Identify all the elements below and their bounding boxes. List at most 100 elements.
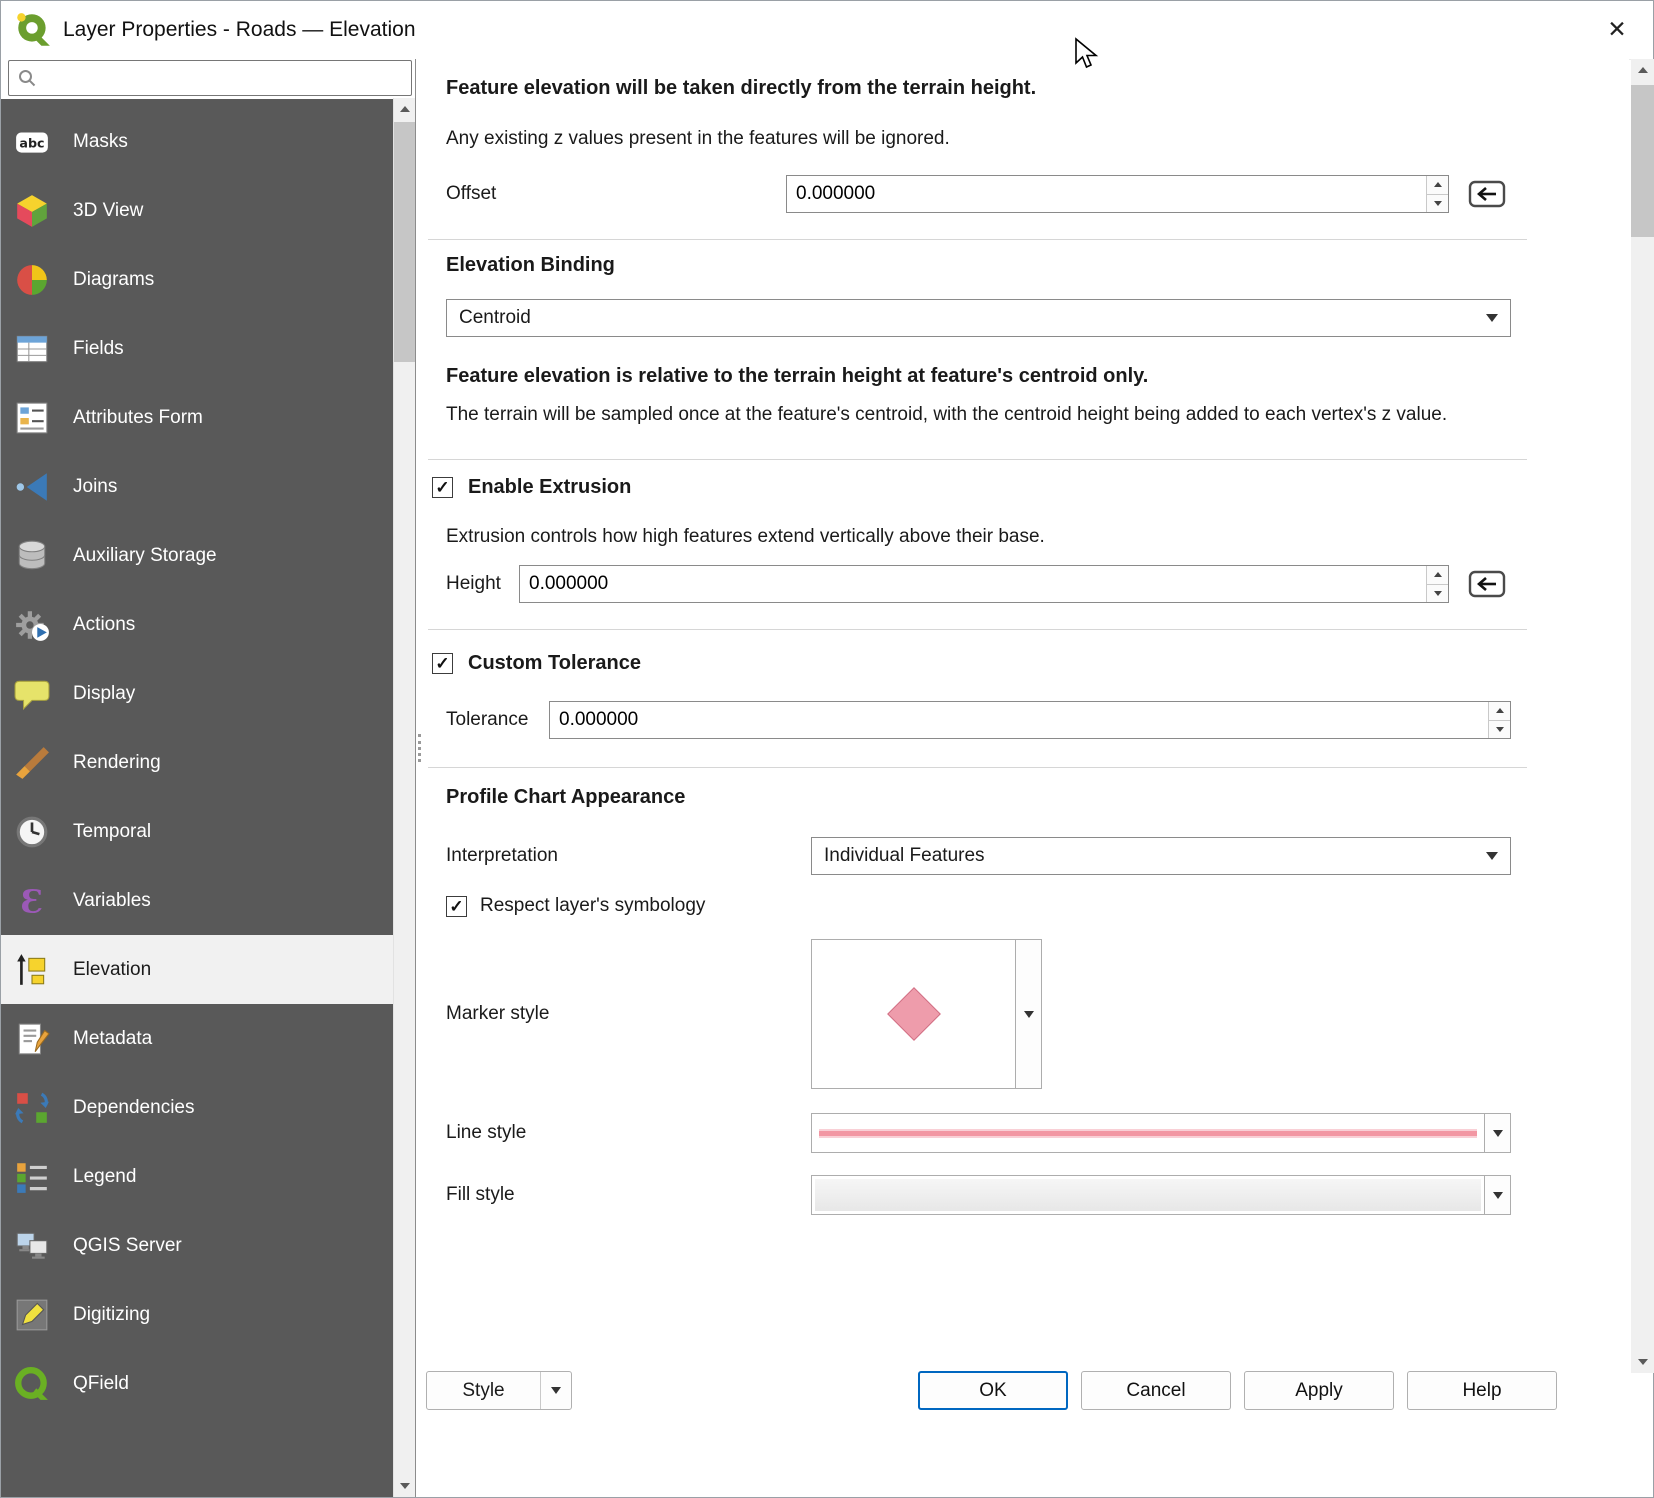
- line-style-dropdown-button[interactable]: [1485, 1113, 1511, 1153]
- sidebar-item-metadata[interactable]: Metadata: [1, 1004, 394, 1073]
- qgis-logo-icon: [13, 10, 53, 50]
- sidebar-item-label: Attributes Form: [73, 407, 203, 429]
- fill-style-dropdown-button[interactable]: [1485, 1175, 1511, 1215]
- sidebar-item-label: Auxiliary Storage: [73, 545, 217, 567]
- height-spin-up-button[interactable]: [1427, 566, 1448, 584]
- line-style-preview-button[interactable]: [811, 1113, 1485, 1153]
- sidebar-item-actions[interactable]: Actions: [1, 590, 394, 659]
- enable-extrusion-checkbox[interactable]: [432, 477, 453, 498]
- main-panel: Feature elevation will be taken directly…: [416, 59, 1629, 1497]
- sidebar-item-label: Metadata: [73, 1028, 152, 1050]
- marker-style-row: Marker style: [446, 939, 1511, 1089]
- variables-icon: Ɛ: [13, 882, 51, 920]
- tolerance-row: Tolerance: [446, 701, 1511, 739]
- tolerance-spin-down-button[interactable]: [1489, 720, 1510, 739]
- sidebar-item-variables[interactable]: Ɛ Variables: [1, 866, 394, 935]
- cancel-button[interactable]: Cancel: [1081, 1371, 1231, 1410]
- scroll-down-icon[interactable]: [394, 1475, 415, 1497]
- sidebar-item-label: Temporal: [73, 821, 151, 843]
- tolerance-spin-up-button[interactable]: [1489, 702, 1510, 720]
- interpretation-combo[interactable]: Individual Features: [811, 837, 1511, 875]
- chevron-down-icon: [1493, 1130, 1503, 1137]
- offset-spin-down-button[interactable]: [1427, 194, 1448, 213]
- respect-symbology-checkbox-row[interactable]: Respect layer's symbology: [446, 895, 1511, 917]
- sidebar-item-label: Rendering: [73, 752, 161, 774]
- tolerance-spinbox[interactable]: [549, 701, 1511, 739]
- sidebar-item-label: Elevation: [73, 959, 151, 981]
- ok-button[interactable]: OK: [918, 1371, 1068, 1410]
- scrollbar-thumb[interactable]: [394, 122, 415, 362]
- sidebar-item-digitizing[interactable]: Digitizing: [1, 1280, 394, 1349]
- offset-row: Offset: [446, 175, 1511, 213]
- sidebar-item-elevation[interactable]: Elevation: [1, 935, 394, 1004]
- marker-style-dropdown-button[interactable]: [1016, 939, 1042, 1089]
- sidebar-item-diagrams[interactable]: Diagrams: [1, 245, 394, 314]
- height-label: Height: [446, 573, 519, 595]
- help-button[interactable]: Help: [1407, 1371, 1557, 1410]
- sidebar-item-qfield[interactable]: QField: [1, 1349, 394, 1418]
- interpretation-row: Interpretation Individual Features: [446, 837, 1511, 875]
- digitizing-icon: [13, 1296, 51, 1334]
- sidebar-item-label: Digitizing: [73, 1304, 150, 1326]
- custom-tolerance-checkbox-row[interactable]: Custom Tolerance: [432, 652, 1511, 675]
- sidebar-scrollbar[interactable]: [393, 98, 415, 1497]
- joins-icon: [13, 468, 51, 506]
- custom-tolerance-checkbox[interactable]: [432, 653, 453, 674]
- marker-style-label: Marker style: [446, 1003, 811, 1025]
- respect-symbology-label: Respect layer's symbology: [480, 895, 705, 917]
- sidebar-nav-list: abc Masks 3D View Diagrams: [1, 99, 394, 1497]
- offset-input[interactable]: [787, 176, 1426, 212]
- sidebar-item-3d-view[interactable]: 3D View: [1, 176, 394, 245]
- height-spin-down-button[interactable]: [1427, 584, 1448, 603]
- sidebar-item-fields[interactable]: Fields: [1, 314, 394, 383]
- fill-style-preview-button[interactable]: [811, 1175, 1485, 1215]
- offset-data-defined-override-button[interactable]: [1463, 175, 1511, 213]
- elevation-binding-combo[interactable]: Centroid: [446, 299, 1511, 337]
- sidebar-item-masks[interactable]: abc Masks: [1, 107, 394, 176]
- sidebar-item-label: Diagrams: [73, 269, 154, 291]
- auxiliary-storage-icon: [13, 537, 51, 575]
- marker-style-preview-button[interactable]: [811, 939, 1016, 1089]
- tolerance-input[interactable]: [550, 702, 1488, 738]
- search-box[interactable]: [8, 60, 412, 96]
- style-button[interactable]: Style: [426, 1371, 572, 1410]
- interpretation-value: Individual Features: [824, 845, 985, 867]
- chevron-down-icon: [1024, 1011, 1034, 1018]
- chevron-down-icon: [541, 1387, 571, 1394]
- search-input[interactable]: [37, 68, 411, 89]
- sidebar-item-attributes-form[interactable]: Attributes Form: [1, 383, 394, 452]
- line-style-swatch: [819, 1131, 1477, 1136]
- sidebar-item-qgis-server[interactable]: QGIS Server: [1, 1211, 394, 1280]
- fill-style-swatch: [815, 1179, 1481, 1211]
- height-data-defined-override-button[interactable]: [1463, 565, 1511, 603]
- scroll-up-icon[interactable]: [394, 98, 415, 120]
- sidebar-item-display[interactable]: Display: [1, 659, 394, 728]
- sidebar-item-label: Variables: [73, 890, 151, 912]
- sidebar-item-legend[interactable]: Legend: [1, 1142, 394, 1211]
- scroll-up-icon[interactable]: [1631, 59, 1654, 81]
- offset-spinbox[interactable]: [786, 175, 1449, 213]
- sidebar-item-auxiliary-storage[interactable]: Auxiliary Storage: [1, 521, 394, 590]
- scroll-down-icon[interactable]: [1631, 1351, 1654, 1373]
- respect-symbology-checkbox[interactable]: [446, 896, 467, 917]
- fill-style-label: Fill style: [446, 1184, 811, 1206]
- sidebar-item-temporal[interactable]: Temporal: [1, 797, 394, 866]
- section-divider: [428, 459, 1527, 460]
- close-button[interactable]: ✕: [1581, 1, 1653, 58]
- apply-button[interactable]: Apply: [1244, 1371, 1394, 1410]
- sidebar-item-dependencies[interactable]: Dependencies: [1, 1073, 394, 1142]
- search-strip: [1, 59, 415, 99]
- tolerance-label: Tolerance: [446, 709, 549, 731]
- sidebar-item-rendering[interactable]: Rendering: [1, 728, 394, 797]
- height-input[interactable]: [520, 566, 1426, 602]
- offset-spin-up-button[interactable]: [1427, 176, 1448, 194]
- sidebar-item-label: Actions: [73, 614, 135, 636]
- panel-splitter-handle[interactable]: [418, 734, 421, 762]
- sidebar-item-label: Display: [73, 683, 135, 705]
- enable-extrusion-checkbox-row[interactable]: Enable Extrusion: [432, 476, 1511, 499]
- sidebar-item-joins[interactable]: Joins: [1, 452, 394, 521]
- height-spinbox[interactable]: [519, 565, 1449, 603]
- main-scrollbar[interactable]: [1631, 59, 1654, 1373]
- scrollbar-thumb[interactable]: [1631, 85, 1654, 237]
- fields-icon: [13, 330, 51, 368]
